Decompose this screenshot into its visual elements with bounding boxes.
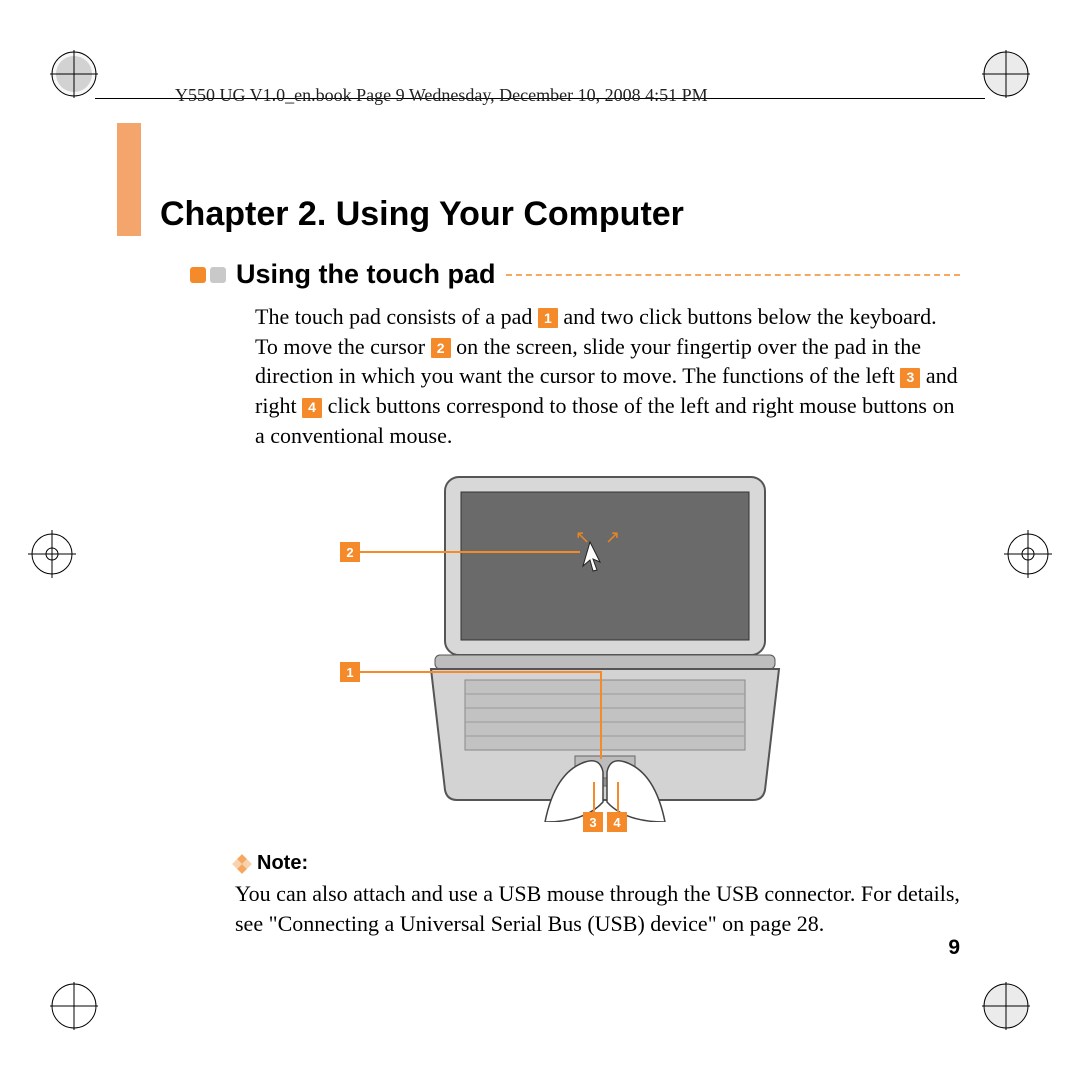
note-heading: Note: — [235, 852, 960, 875]
callout-badge-4: 4 — [302, 398, 322, 418]
note-text: You can also attach and use a USB mouse … — [235, 879, 960, 938]
leader-line — [617, 782, 619, 812]
callout-badge-3: 3 — [900, 368, 920, 388]
callout-badge-2: 2 — [431, 338, 451, 358]
text: The touch pad consists of a pad — [255, 304, 538, 329]
leader-line — [600, 671, 602, 759]
leader-line — [593, 782, 595, 812]
bullet-icon — [210, 267, 226, 283]
running-header: Y550 UG V1.0_en.book Page 9 Wednesday, D… — [175, 85, 708, 106]
laptop-icon — [425, 472, 785, 822]
crop-mark-icon — [982, 50, 1030, 98]
crop-mark-icon — [982, 982, 1030, 1030]
callout-badge-1: 1 — [538, 308, 558, 328]
section-title: Using the touch pad — [236, 259, 496, 290]
figure-callout-1: 1 — [340, 662, 360, 682]
note-icon — [232, 854, 252, 874]
figure-callout-2: 2 — [340, 542, 360, 562]
arrow-icon: ↖ — [575, 527, 590, 548]
figure-callout-4: 4 — [607, 812, 627, 832]
leader-line — [360, 671, 600, 673]
chapter-title: Chapter 2. Using Your Computer — [160, 195, 960, 234]
section-rule — [506, 274, 961, 276]
body-paragraph: The touch pad consists of a pad 1 and tw… — [255, 302, 960, 450]
note-label: Note: — [257, 852, 308, 875]
leader-line — [360, 551, 580, 553]
crop-mark-icon — [28, 530, 76, 578]
page-number: 9 — [948, 936, 960, 960]
figure-callout-3: 3 — [583, 812, 603, 832]
crop-mark-icon — [50, 982, 98, 1030]
document-page: Y550 UG V1.0_en.book Page 9 Wednesday, D… — [0, 0, 1080, 1080]
crop-mark-icon — [1004, 530, 1052, 578]
arrow-icon: ↗ — [605, 527, 620, 548]
crop-mark-icon — [50, 50, 98, 98]
decorative-side-bar — [117, 123, 141, 236]
text: click buttons correspond to those of the… — [255, 393, 954, 448]
page-content: Chapter 2. Using Your Computer Using the… — [160, 195, 960, 961]
bullet-icon — [190, 267, 206, 283]
section-heading-row: Using the touch pad — [190, 259, 960, 290]
touchpad-figure: ↖ ↗ 2 1 3 4 — [330, 472, 830, 842]
